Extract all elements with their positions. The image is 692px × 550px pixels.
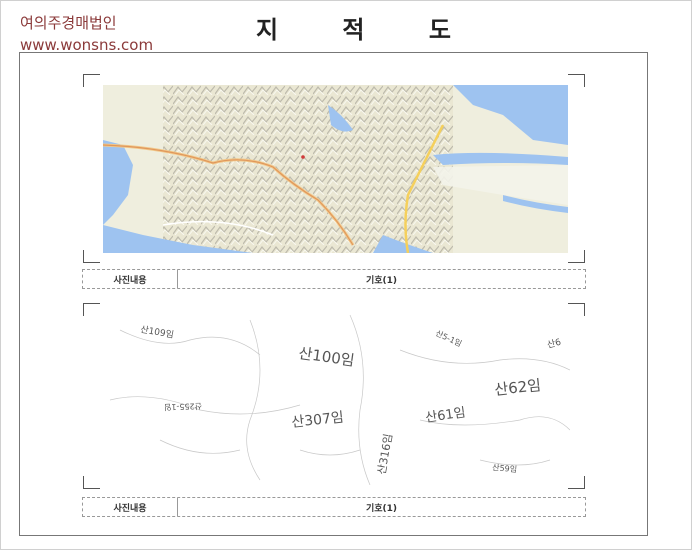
document-title: 지 적 도 <box>256 15 479 44</box>
caption-label: 사진내용 <box>83 498 178 516</box>
caption-value: 기호(1) <box>365 503 398 514</box>
parcel-label: 산100임 <box>297 344 355 370</box>
parcel-label: 산307임 <box>291 410 345 431</box>
parcel-label: 산61임 <box>424 405 466 425</box>
parcel-label: 산62임 <box>494 376 542 399</box>
corner-mark <box>568 74 585 87</box>
corner-mark <box>83 476 100 489</box>
caption-value: 기호(1) <box>365 275 398 286</box>
parcel-label: 산5-1임 <box>434 328 463 349</box>
corner-mark <box>83 74 100 87</box>
corner-mark <box>568 476 585 489</box>
cadastral-map: 산109임 산100임 산62임 산307임 산61임 산316임 산255-1… <box>109 314 570 485</box>
company-name: 여의주경매법인 <box>20 14 117 32</box>
corner-mark <box>568 250 585 263</box>
photo-caption-top: 사진내용 기호(1) <box>82 269 586 289</box>
corner-mark <box>568 303 585 316</box>
photo-caption-bottom: 사진내용 기호(1) <box>82 497 586 517</box>
parcel-label: 산109임 <box>139 323 174 341</box>
caption-label: 사진내용 <box>83 270 178 288</box>
parcel-label: 산255-1임 <box>164 401 202 412</box>
parcel-label: 산59임 <box>492 462 518 474</box>
parcel-label: 산316임 <box>375 433 395 476</box>
location-map <box>103 85 568 253</box>
corner-mark <box>83 250 100 263</box>
parcel-label: 산6 <box>546 337 563 351</box>
corner-mark <box>83 303 100 316</box>
